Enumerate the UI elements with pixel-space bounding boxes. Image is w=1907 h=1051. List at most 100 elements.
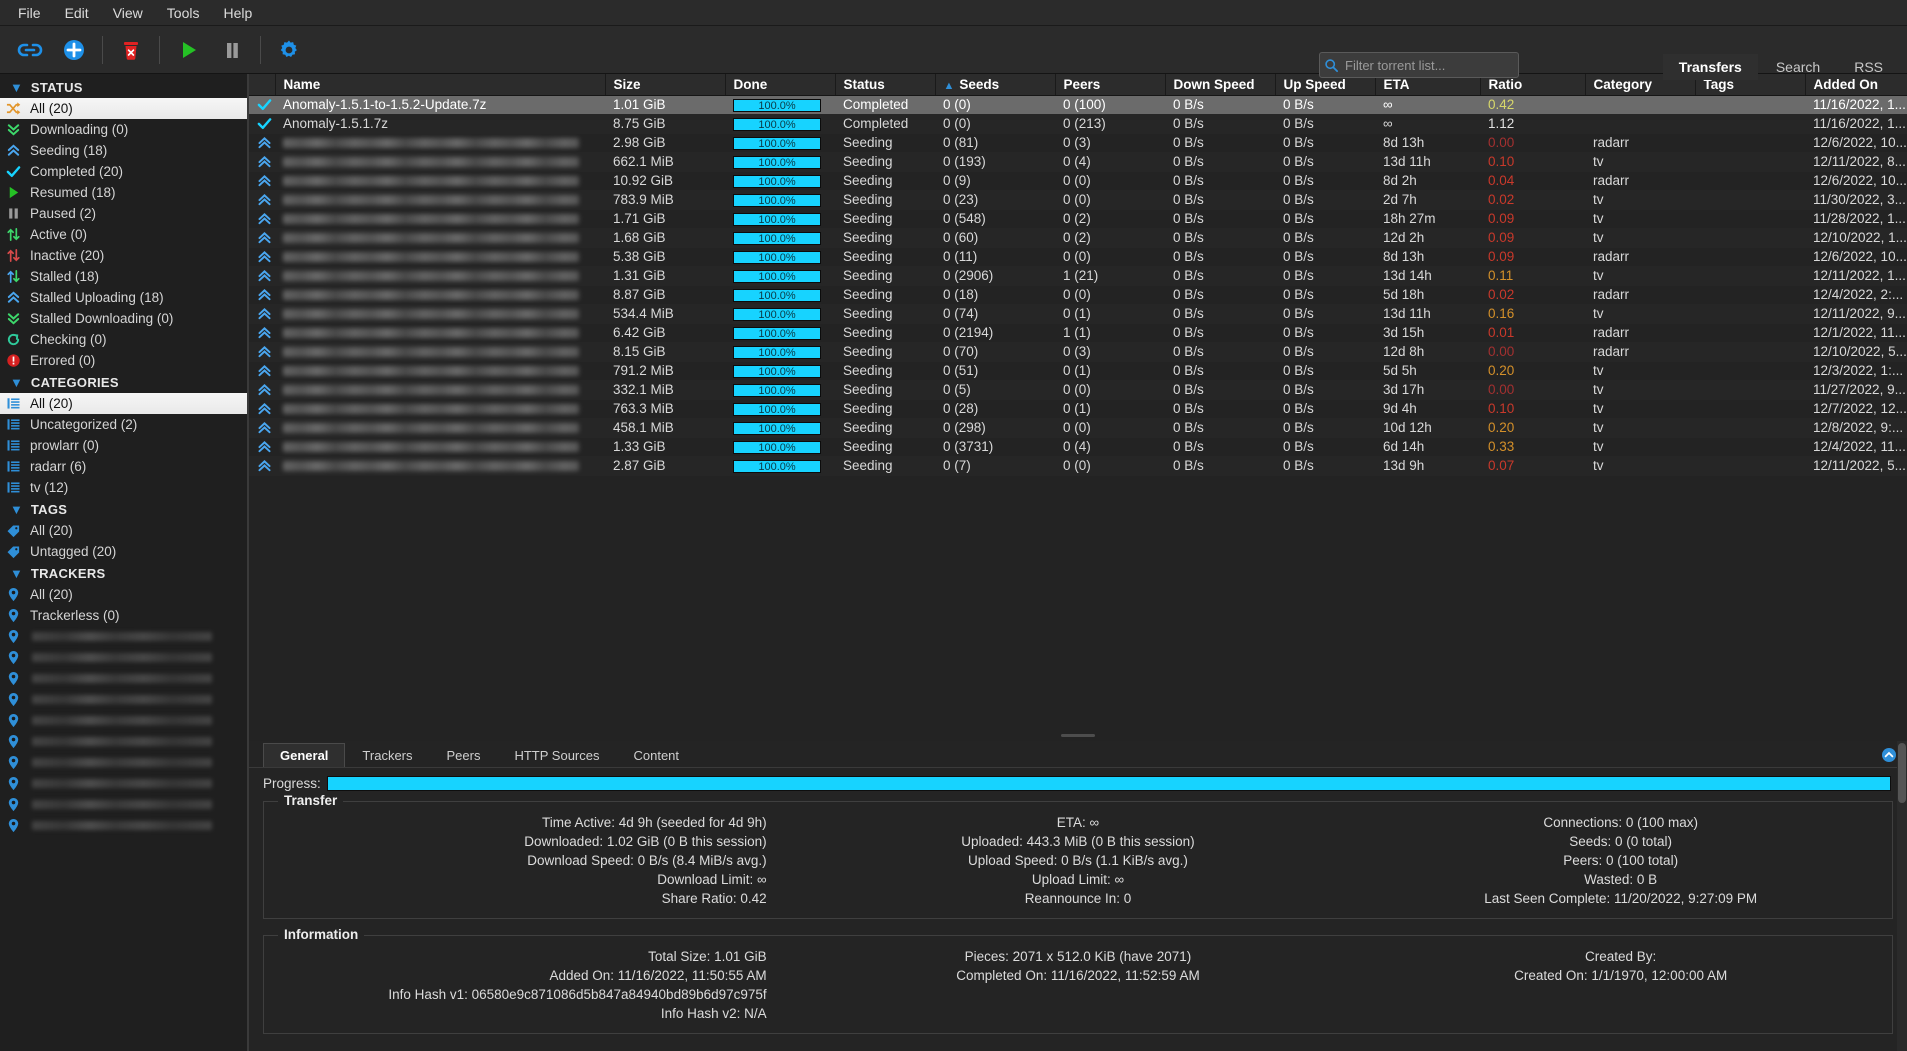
- sidebar-item-tracker-3[interactable]: [0, 647, 247, 668]
- tab-rss[interactable]: RSS: [1838, 54, 1899, 80]
- column-header-status[interactable]: Status: [835, 74, 936, 96]
- tab-search[interactable]: Search: [1760, 54, 1836, 80]
- torrent-table-body[interactable]: Anomaly-1.5.1-to-1.5.2-Update.7z 1.01 GiB…: [249, 95, 1907, 476]
- sidebar-item-trackerless-0[interactable]: Trackerless (0): [0, 605, 247, 626]
- add-torrent-link-icon[interactable]: [8, 30, 52, 70]
- menu-item-edit[interactable]: Edit: [53, 2, 101, 24]
- sidebar-item-resumed-18[interactable]: Resumed (18): [0, 182, 247, 203]
- sidebar-item-stalled-downloading-0[interactable]: Stalled Downloading (0): [0, 308, 247, 329]
- details-scrollbar[interactable]: [1897, 741, 1907, 1051]
- panel-splitter[interactable]: [249, 729, 1907, 741]
- table-row[interactable]: 662.1 MiB 100.0% Seeding 0 (193) 0 (4) 0 B/s 0…: [249, 152, 1907, 172]
- sidebar-item-paused-2[interactable]: Paused (2): [0, 203, 247, 224]
- sidebar-item-all-20[interactable]: All (20): [0, 393, 247, 414]
- sidebar-item-tracker-4[interactable]: [0, 668, 247, 689]
- sidebar-item-tv-12[interactable]: tv (12): [0, 477, 247, 498]
- cell-down_speed: 0 B/s: [1165, 437, 1275, 457]
- details-tab-trackers[interactable]: Trackers: [345, 743, 429, 767]
- table-row[interactable]: Anomaly-1.5.1.7z 8.75 GiB 100.0% Completed 0…: [249, 114, 1907, 134]
- sidebar-item-all-20[interactable]: All (20): [0, 520, 247, 541]
- sidebar-item-tracker-10[interactable]: [0, 794, 247, 815]
- sidebar-item-tracker-9[interactable]: [0, 773, 247, 794]
- sidebar-item-radarr-6[interactable]: radarr (6): [0, 456, 247, 477]
- table-row[interactable]: Anomaly-1.5.1-to-1.5.2-Update.7z 1.01 GiB…: [249, 95, 1907, 115]
- details-tab-peers[interactable]: Peers: [430, 743, 498, 767]
- cell-up_speed: 0 B/s: [1275, 114, 1375, 134]
- sidebar-group-tags[interactable]: ▼ TAGS: [0, 498, 247, 520]
- sidebar-item-prowlarr-0[interactable]: prowlarr (0): [0, 435, 247, 456]
- collapse-panel-icon[interactable]: [1881, 747, 1897, 763]
- column-header-peers[interactable]: Peers: [1055, 74, 1166, 96]
- sidebar-item-completed-20[interactable]: Completed (20): [0, 161, 247, 182]
- details-tab-bar[interactable]: General Trackers Peers HTTP Sources Content: [249, 741, 1907, 768]
- filter-sidebar[interactable]: ▼ STATUS All (20) Downloading (0) Seeding (1…: [0, 74, 249, 1051]
- table-row[interactable]: 332.1 MiB 100.0% Seeding 0 (5) 0 (0) 0 B/s 0 B…: [249, 380, 1907, 400]
- sidebar-item-tracker-6[interactable]: [0, 710, 247, 731]
- table-row[interactable]: 534.4 MiB 100.0% Seeding 0 (74) 0 (1) 0 B/s 0 …: [249, 304, 1907, 324]
- table-row[interactable]: 791.2 MiB 100.0% Seeding 0 (51) 0 (1) 0 B/s 0 …: [249, 361, 1907, 381]
- table-row[interactable]: 2.98 GiB 100.0% Seeding 0 (81) 0 (3) 0 B/s 0 B…: [249, 133, 1907, 153]
- table-row[interactable]: 5.38 GiB 100.0% Seeding 0 (11) 0 (0) 0 B/s 0 B…: [249, 247, 1907, 267]
- sidebar-item-inactive-20[interactable]: Inactive (20): [0, 245, 247, 266]
- sidebar-item-tracker-2[interactable]: [0, 626, 247, 647]
- details-tab-content[interactable]: Content: [616, 743, 696, 767]
- sidebar-group-trackers[interactable]: ▼ TRACKERS: [0, 562, 247, 584]
- sidebar-item-stalled-uploading-18[interactable]: Stalled Uploading (18): [0, 287, 247, 308]
- table-row[interactable]: 10.92 GiB 100.0% Seeding 0 (9) 0 (0) 0 B/s 0 B…: [249, 171, 1907, 191]
- sidebar-item-tracker-7[interactable]: [0, 731, 247, 752]
- pause-icon[interactable]: [210, 30, 254, 70]
- details-tab-http-sources[interactable]: HTTP Sources: [497, 743, 616, 767]
- details-tab-general[interactable]: General: [263, 743, 346, 767]
- menu-item-view[interactable]: View: [101, 2, 155, 24]
- sidebar-item-untagged-20[interactable]: Untagged (20): [0, 541, 247, 562]
- table-row[interactable]: 458.1 MiB 100.0% Seeding 0 (298) 0 (0) 0 B/s 0…: [249, 418, 1907, 438]
- cell-up_speed: 0 B/s: [1275, 304, 1375, 324]
- tab-transfers[interactable]: Transfers: [1662, 54, 1758, 80]
- column-header-down_speed[interactable]: Down Speed: [1165, 74, 1276, 96]
- search-input[interactable]: [1339, 57, 1521, 73]
- table-row[interactable]: 1.31 GiB 100.0% Seeding 0 (2906) 1 (21) 0 B/s…: [249, 266, 1907, 286]
- column-header-size[interactable]: Size: [605, 74, 726, 96]
- table-row[interactable]: 6.42 GiB 100.0% Seeding 0 (2194) 1 (1) 0 B/s 0…: [249, 323, 1907, 343]
- information-row3-col0: Info Hash v2: N/A: [660, 1006, 767, 1021]
- torrent-table[interactable]: Name Size Done Status ▲ Seeds Peers Down Speed U…: [249, 74, 1907, 476]
- sidebar-item-uncategorized-2[interactable]: Uncategorized (2): [0, 414, 247, 435]
- splitter-handle[interactable]: [1061, 733, 1095, 737]
- menu-item-tools[interactable]: Tools: [155, 2, 212, 24]
- column-header-name[interactable]: Name: [275, 74, 606, 96]
- column-header-done[interactable]: Done: [725, 74, 836, 96]
- sidebar-item-checking-0[interactable]: Checking (0): [0, 329, 247, 350]
- sidebar-item-tracker-5[interactable]: [0, 689, 247, 710]
- menu-item-file[interactable]: File: [6, 2, 53, 24]
- sidebar-item-downloading-0[interactable]: Downloading (0): [0, 119, 247, 140]
- torrent-list-area[interactable]: Name Size Done Status ▲ Seeds Peers Down Speed U…: [249, 74, 1907, 729]
- sidebar-item-label: [32, 737, 212, 746]
- table-row[interactable]: 8.87 GiB 100.0% Seeding 0 (18) 0 (0) 0 B/s 0 B…: [249, 285, 1907, 305]
- sidebar-item-seeding-18[interactable]: Seeding (18): [0, 140, 247, 161]
- resume-icon[interactable]: [166, 30, 210, 70]
- add-torrent-file-icon[interactable]: [52, 30, 96, 70]
- table-row[interactable]: 763.3 MiB 100.0% Seeding 0 (28) 0 (1) 0 B/s 0 …: [249, 399, 1907, 419]
- delete-icon[interactable]: [109, 30, 153, 70]
- sidebar-item-tracker-8[interactable]: [0, 752, 247, 773]
- column-header-seeds[interactable]: ▲ Seeds: [935, 74, 1056, 96]
- filter-search-box[interactable]: [1319, 52, 1521, 78]
- table-row[interactable]: 783.9 MiB 100.0% Seeding 0 (23) 0 (0) 0 B/s 0 …: [249, 190, 1907, 210]
- preferences-gear-icon[interactable]: [267, 30, 311, 70]
- menu-item-help[interactable]: Help: [211, 2, 264, 24]
- sidebar-item-active-0[interactable]: Active (0): [0, 224, 247, 245]
- sidebar-item-stalled-18[interactable]: Stalled (18): [0, 266, 247, 287]
- sidebar-group-categories[interactable]: ▼ CATEGORIES: [0, 371, 247, 393]
- sidebar-group-status[interactable]: ▼ STATUS: [0, 76, 247, 98]
- sidebar-item-all-20[interactable]: All (20): [0, 584, 247, 605]
- details-scrollbar-thumb[interactable]: [1898, 743, 1906, 803]
- table-row[interactable]: 2.87 GiB 100.0% Seeding 0 (7) 0 (0) 0 B/s 0 B/…: [249, 456, 1907, 476]
- sidebar-item-errored-0[interactable]: Errored (0): [0, 350, 247, 371]
- table-row[interactable]: 1.33 GiB 100.0% Seeding 0 (3731) 0 (4) 0 B/s 0…: [249, 437, 1907, 457]
- table-row[interactable]: 8.15 GiB 100.0% Seeding 0 (70) 0 (3) 0 B/s 0 B…: [249, 342, 1907, 362]
- table-row[interactable]: 1.71 GiB 100.0% Seeding 0 (548) 0 (2) 0 B/s 0 …: [249, 209, 1907, 229]
- table-row[interactable]: 1.68 GiB 100.0% Seeding 0 (60) 0 (2) 0 B/s 0 B…: [249, 228, 1907, 248]
- sidebar-item-tracker-11[interactable]: [0, 815, 247, 836]
- sidebar-item-all-20[interactable]: All (20): [0, 98, 247, 119]
- cell-status: Seeding: [835, 456, 935, 476]
